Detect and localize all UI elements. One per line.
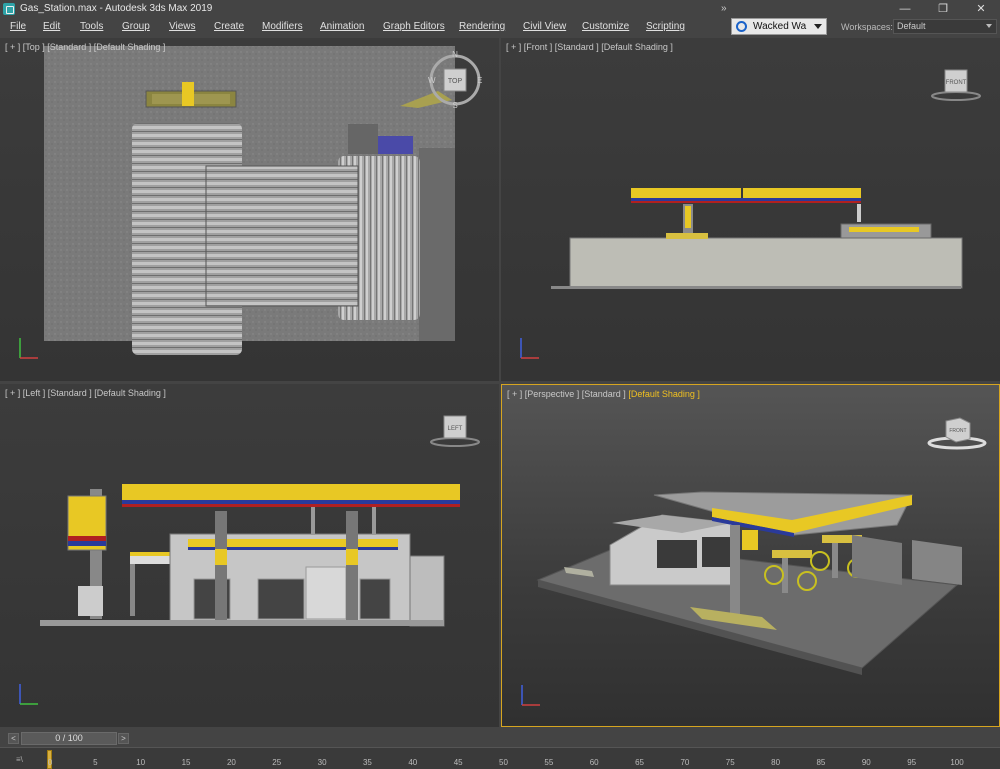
user-account-dropdown[interactable]: Wacked Wa bbox=[731, 18, 827, 35]
svg-text:FRONT: FRONT bbox=[946, 80, 967, 86]
viewport-label-front[interactable]: [ + ] [Front ] [Standard ] [Default Shad… bbox=[506, 42, 673, 52]
timeline-tick-label: 20 bbox=[226, 758, 236, 767]
menu-overflow-button[interactable]: » bbox=[721, 3, 727, 14]
timeline-tick-label: 25 bbox=[272, 758, 282, 767]
timeline-tick-label: 70 bbox=[680, 758, 690, 767]
svg-text:TOP: TOP bbox=[448, 78, 463, 85]
chevron-down-icon bbox=[986, 24, 992, 28]
menu-file[interactable]: File bbox=[10, 21, 26, 32]
time-slider-bar bbox=[0, 730, 1000, 747]
viewcube-top[interactable]: TOP N S W E bbox=[425, 50, 485, 110]
user-icon bbox=[736, 21, 747, 32]
timeline-tick-label: 85 bbox=[816, 758, 826, 767]
timeline-tick-label: 90 bbox=[861, 758, 871, 767]
svg-text:E: E bbox=[477, 76, 482, 85]
timeline-tick-label: 50 bbox=[499, 758, 508, 767]
timeline-tick-label: 0 bbox=[47, 758, 53, 767]
timeline-tick-label: 55 bbox=[544, 758, 554, 767]
workspaces-select[interactable]: Default bbox=[893, 19, 997, 34]
track-bar-menu-icon: ≡\ bbox=[16, 755, 23, 764]
timeline-tick-label: 80 bbox=[771, 758, 781, 767]
menu-modifiers[interactable]: Modifiers bbox=[262, 21, 303, 32]
menu-tools[interactable]: Tools bbox=[80, 21, 103, 32]
window-controls: — ❐ ✕ bbox=[886, 0, 1000, 17]
timeline-tick-label: 10 bbox=[136, 758, 146, 767]
viewport-label-perspective-prefix: [ + ] [Perspective ] [Standard ] bbox=[507, 389, 629, 399]
menu-edit[interactable]: Edit bbox=[43, 21, 60, 32]
viewport-label-perspective-shading[interactable]: [Default Shading ] bbox=[628, 389, 700, 399]
viewport-label-left[interactable]: [ + ] [Left ] [Standard ] [Default Shadi… bbox=[5, 388, 166, 398]
close-button[interactable]: ✕ bbox=[962, 0, 1000, 17]
svg-text:W: W bbox=[428, 76, 436, 85]
axis-tripod-icon bbox=[521, 685, 540, 706]
menu-group[interactable]: Group bbox=[122, 21, 150, 32]
maximize-button[interactable]: ❐ bbox=[924, 0, 962, 17]
chevron-down-icon bbox=[814, 24, 822, 29]
timeline-tick-label: 5 bbox=[93, 758, 98, 767]
timeline-tick-label: 100 bbox=[950, 758, 964, 767]
viewport-top[interactable]: [ + ] [Top ] [Standard ] [Default Shadin… bbox=[0, 38, 499, 381]
timeline-tick-label: 15 bbox=[181, 758, 191, 767]
svg-text:LEFT: LEFT bbox=[448, 426, 463, 432]
viewcube-left[interactable]: LEFT bbox=[425, 412, 485, 452]
timeline-tick-label: 35 bbox=[362, 758, 372, 767]
viewport-label-top[interactable]: [ + ] [Top ] [Standard ] [Default Shadin… bbox=[5, 42, 165, 52]
timeline-tick-label: 40 bbox=[408, 758, 418, 767]
menu-civil-view[interactable]: Civil View bbox=[523, 21, 566, 32]
svg-text:N: N bbox=[452, 50, 458, 59]
viewport-label-perspective[interactable]: [ + ] [Perspective ] [Standard ] [Defaul… bbox=[507, 389, 700, 399]
menu-create[interactable]: Create bbox=[214, 21, 244, 32]
title-bar: Gas_Station.max - Autodesk 3ds Max 2019 … bbox=[0, 0, 1000, 17]
timeline-tick-label: 65 bbox=[635, 758, 644, 767]
menu-rendering[interactable]: Rendering bbox=[459, 21, 505, 32]
axis-tripod-icon bbox=[520, 338, 539, 359]
viewport-front[interactable]: [ + ] [Front ] [Standard ] [Default Shad… bbox=[501, 38, 1000, 381]
timeline-tick-label: 30 bbox=[317, 758, 327, 767]
viewport-perspective[interactable]: [ + ] [Perspective ] [Standard ] [Defaul… bbox=[501, 384, 1000, 727]
workspaces-label: Workspaces: bbox=[841, 22, 893, 32]
user-name: Wacked Wa bbox=[753, 21, 807, 32]
minimize-button[interactable]: — bbox=[886, 0, 924, 17]
menu-scripting[interactable]: Scripting bbox=[646, 21, 685, 32]
viewport-left[interactable]: [ + ] [Left ] [Standard ] [Default Shadi… bbox=[0, 384, 499, 727]
window-title: Gas_Station.max - Autodesk 3ds Max 2019 bbox=[20, 3, 213, 14]
timeline-tick-label: 75 bbox=[725, 758, 735, 767]
menu-animation[interactable]: Animation bbox=[320, 21, 364, 32]
timeline-tick-label: 60 bbox=[589, 758, 599, 767]
viewcube-front[interactable]: FRONT bbox=[926, 66, 986, 106]
chevron-left-icon[interactable]: < bbox=[8, 733, 19, 744]
workspaces-value: Default bbox=[897, 21, 926, 31]
axis-tripod-icon bbox=[19, 684, 38, 705]
timeline-tick-label: 45 bbox=[453, 758, 463, 767]
svg-text:S: S bbox=[452, 101, 457, 110]
ground-slab-front bbox=[569, 237, 963, 289]
chevron-right-icon[interactable]: > bbox=[118, 733, 129, 744]
viewcube-perspective[interactable]: FRONT bbox=[922, 413, 992, 453]
axis-tripod-icon bbox=[19, 338, 38, 359]
time-slider[interactable]: 0 / 100 bbox=[21, 732, 117, 745]
timeline-tick-label: 95 bbox=[907, 758, 917, 767]
menu-graph-editors[interactable]: Graph Editors bbox=[383, 21, 445, 32]
canopy-right-top bbox=[205, 165, 359, 307]
menu-customize[interactable]: Customize bbox=[582, 21, 629, 32]
menu-views[interactable]: Views bbox=[169, 21, 196, 32]
app-icon bbox=[3, 2, 15, 15]
svg-text:FRONT: FRONT bbox=[949, 428, 966, 434]
